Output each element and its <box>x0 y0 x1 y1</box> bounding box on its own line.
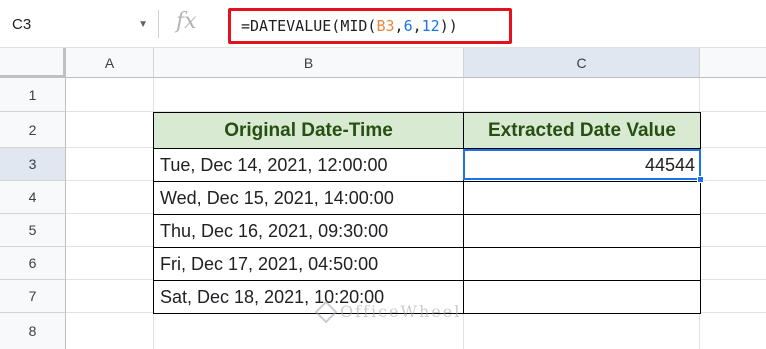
name-box[interactable]: C3 ▼ <box>0 8 158 40</box>
officewheel-logo-icon <box>314 300 338 323</box>
fill-handle[interactable] <box>697 176 704 183</box>
column-header-d[interactable] <box>700 48 766 78</box>
row-header-7[interactable]: 7 <box>0 280 66 313</box>
cell-b6[interactable]: Fri, Dec 17, 2021, 04:50:00 <box>153 247 464 281</box>
watermark-text: OfficeWheel <box>340 302 462 321</box>
column-header-c[interactable]: C <box>464 48 700 78</box>
header-extracted-date-value[interactable]: Extracted Date Value <box>463 112 701 149</box>
fx-icon: fx <box>176 9 197 34</box>
name-box-value: C3 <box>12 15 32 33</box>
row-header-1[interactable]: 1 <box>0 78 66 112</box>
cell-b4[interactable]: Wed, Dec 15, 2021, 14:00:00 <box>153 181 464 215</box>
formula-separator: , <box>412 17 422 35</box>
cell-b3[interactable]: Tue, Dec 14, 2021, 12:00:00 <box>153 148 464 182</box>
cell-c7[interactable] <box>463 280 701 314</box>
formula-prefix: =DATEVALUE(MID( <box>241 17 377 35</box>
formula-start-argument: 6 <box>403 17 413 35</box>
row-header-6[interactable]: 6 <box>0 247 66 280</box>
row-header-3[interactable]: 3 <box>0 148 66 181</box>
column-header-b[interactable]: B <box>154 48 464 78</box>
cell-c3[interactable]: 44544 <box>463 148 701 182</box>
row-header-2[interactable]: 2 <box>0 112 66 148</box>
row-header-4[interactable]: 4 <box>0 181 66 214</box>
formula-length-argument: 12 <box>421 17 440 35</box>
chevron-down-icon[interactable]: ▼ <box>138 19 148 30</box>
formula-bar-divider <box>158 10 159 38</box>
formula-bar: C3 ▼ fx =DATEVALUE(MID(B3, 6, 12)) <box>0 0 766 48</box>
formula-separator: , <box>394 17 404 35</box>
column-header-a[interactable]: A <box>66 48 154 78</box>
cell-c5[interactable] <box>463 214 701 248</box>
row-header-5[interactable]: 5 <box>0 214 66 247</box>
formula-input[interactable]: =DATEVALUE(MID(B3, 6, 12)) <box>228 8 512 44</box>
header-original-date-time[interactable]: Original Date-Time <box>153 112 464 149</box>
cell-c4[interactable] <box>463 181 701 215</box>
cell-c6[interactable] <box>463 247 701 281</box>
select-all-corner[interactable] <box>0 48 66 78</box>
watermark: OfficeWheel <box>314 300 462 323</box>
row-header-8[interactable]: 8 <box>0 313 66 349</box>
formula-cell-reference: B3 <box>376 17 395 35</box>
cell-b5[interactable]: Thu, Dec 16, 2021, 09:30:00 <box>153 214 464 248</box>
formula-suffix: )) <box>439 17 458 35</box>
